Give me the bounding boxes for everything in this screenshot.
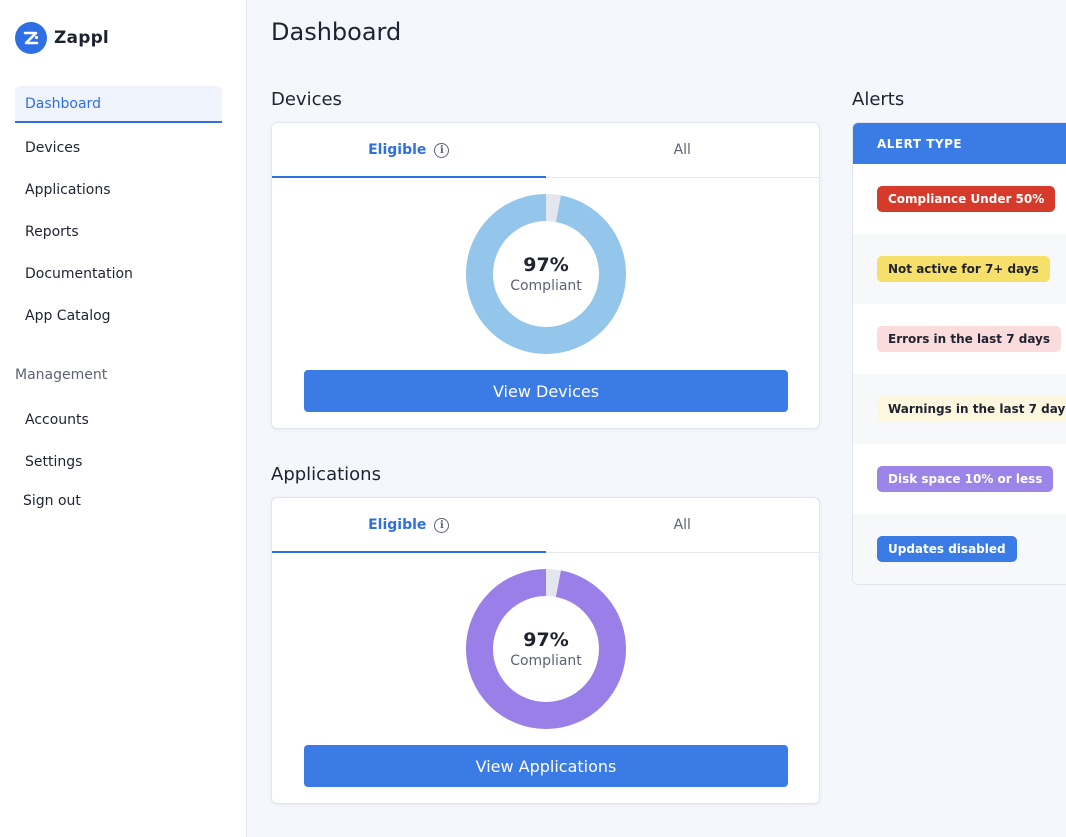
alerts-table: ALERT TYPE Compliance Under 50% Not acti… bbox=[852, 122, 1066, 585]
alert-badge: Errors in the last 7 days bbox=[877, 326, 1062, 352]
alert-badge: Compliance Under 50% bbox=[877, 186, 1056, 212]
alerts-column-header[interactable]: ALERT TYPE bbox=[853, 123, 1066, 164]
applications-card: Eligible i All 97% Compliant View Applic… bbox=[271, 497, 820, 804]
applications-compliance-donut: 97% Compliant bbox=[465, 568, 627, 730]
devices-compliance-label: Compliant bbox=[510, 278, 582, 294]
alert-row[interactable]: Disk space 10% or less bbox=[853, 444, 1066, 514]
sidebar-item-dashboard[interactable]: Dashboard bbox=[15, 86, 222, 123]
alert-row[interactable]: Updates disabled bbox=[853, 514, 1066, 584]
alert-badge: Not active for 7+ days bbox=[877, 256, 1050, 282]
sidebar-item-devices[interactable]: Devices bbox=[15, 129, 222, 166]
alert-row[interactable]: Errors in the last 7 days bbox=[853, 304, 1066, 374]
sidebar-item-applications[interactable]: Applications bbox=[15, 171, 222, 208]
devices-tab-all[interactable]: All bbox=[546, 123, 820, 177]
applications-section-title: Applications bbox=[271, 464, 381, 485]
management-section-title: Management bbox=[15, 367, 108, 383]
devices-tab-all-label: All bbox=[673, 142, 691, 158]
applications-compliance-value: 97% bbox=[523, 629, 569, 651]
alert-badge: Disk space 10% or less bbox=[877, 466, 1054, 492]
sidebar-item-accounts[interactable]: Accounts bbox=[15, 401, 222, 438]
applications-tab-all-label: All bbox=[673, 517, 691, 533]
devices-tab-eligible[interactable]: Eligible i bbox=[272, 123, 546, 178]
info-icon[interactable]: i bbox=[434, 517, 450, 533]
brand[interactable]: Zappl bbox=[15, 22, 109, 54]
zappl-logo-icon bbox=[15, 22, 47, 54]
devices-tabs: Eligible i All bbox=[272, 123, 819, 178]
alert-row[interactable]: Not active for 7+ days bbox=[853, 234, 1066, 304]
page-title: Dashboard bbox=[271, 18, 402, 46]
alert-row[interactable]: Compliance Under 50% bbox=[853, 164, 1066, 234]
alert-badge: Updates disabled bbox=[877, 536, 1017, 562]
view-applications-button[interactable]: View Applications bbox=[304, 745, 788, 787]
sidebar-item-settings[interactable]: Settings bbox=[15, 443, 222, 480]
applications-tabs: Eligible i All bbox=[272, 498, 819, 553]
sign-out-link[interactable]: Sign out bbox=[23, 493, 81, 509]
sidebar-item-app-catalog[interactable]: App Catalog bbox=[15, 297, 222, 334]
devices-section-title: Devices bbox=[271, 89, 342, 110]
sidebar-item-reports[interactable]: Reports bbox=[15, 213, 222, 250]
info-icon[interactable]: i bbox=[434, 142, 450, 158]
devices-compliance-donut: 97% Compliant bbox=[465, 193, 627, 355]
view-devices-button[interactable]: View Devices bbox=[304, 370, 788, 412]
alerts-section-title: Alerts bbox=[852, 89, 905, 110]
applications-tab-eligible-label: Eligible bbox=[368, 517, 427, 533]
sidebar-item-documentation[interactable]: Documentation bbox=[15, 255, 222, 292]
sidebar: Zappl Dashboard Devices Applications Rep… bbox=[0, 0, 247, 837]
applications-compliance-label: Compliant bbox=[510, 653, 582, 669]
devices-compliance-value: 97% bbox=[523, 254, 569, 276]
applications-tab-eligible[interactable]: Eligible i bbox=[272, 498, 546, 553]
devices-tab-eligible-label: Eligible bbox=[368, 142, 427, 158]
applications-tab-all[interactable]: All bbox=[546, 498, 820, 552]
devices-card: Eligible i All 97% Compliant View Device… bbox=[271, 122, 820, 429]
alert-badge: Warnings in the last 7 days bbox=[877, 396, 1066, 422]
brand-name: Zappl bbox=[54, 28, 109, 48]
alert-row[interactable]: Warnings in the last 7 days bbox=[853, 374, 1066, 444]
